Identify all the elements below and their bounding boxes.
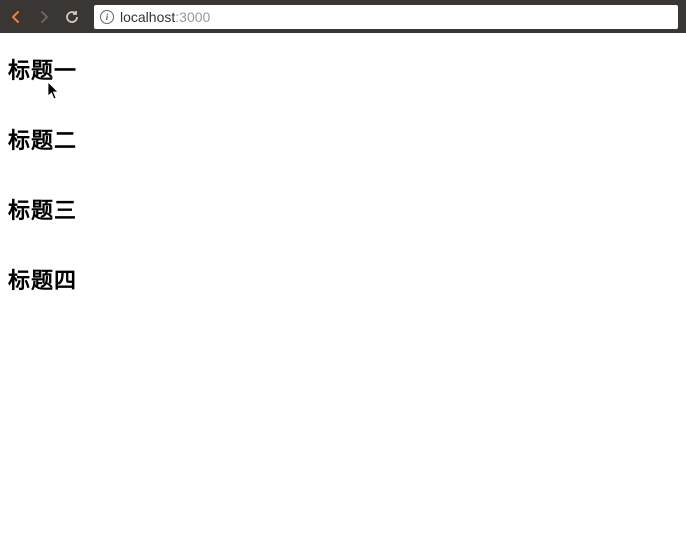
reload-button[interactable] bbox=[64, 9, 80, 25]
forward-button[interactable] bbox=[36, 9, 52, 25]
back-button[interactable] bbox=[8, 9, 24, 25]
address-bar[interactable]: i localhost:3000 bbox=[94, 5, 678, 29]
url-port: :3000 bbox=[175, 9, 210, 25]
nav-buttons bbox=[8, 9, 80, 25]
browser-toolbar: i localhost:3000 bbox=[0, 0, 686, 33]
heading-1: 标题一 bbox=[8, 53, 678, 85]
url-text: localhost:3000 bbox=[120, 9, 210, 25]
url-host: localhost bbox=[120, 9, 175, 25]
page-content: 标题一 标题二 标题三 标题四 bbox=[0, 33, 686, 353]
heading-4: 标题四 bbox=[8, 263, 678, 295]
heading-2: 标题二 bbox=[8, 123, 678, 155]
heading-3: 标题三 bbox=[8, 193, 678, 225]
info-icon[interactable]: i bbox=[100, 10, 114, 24]
